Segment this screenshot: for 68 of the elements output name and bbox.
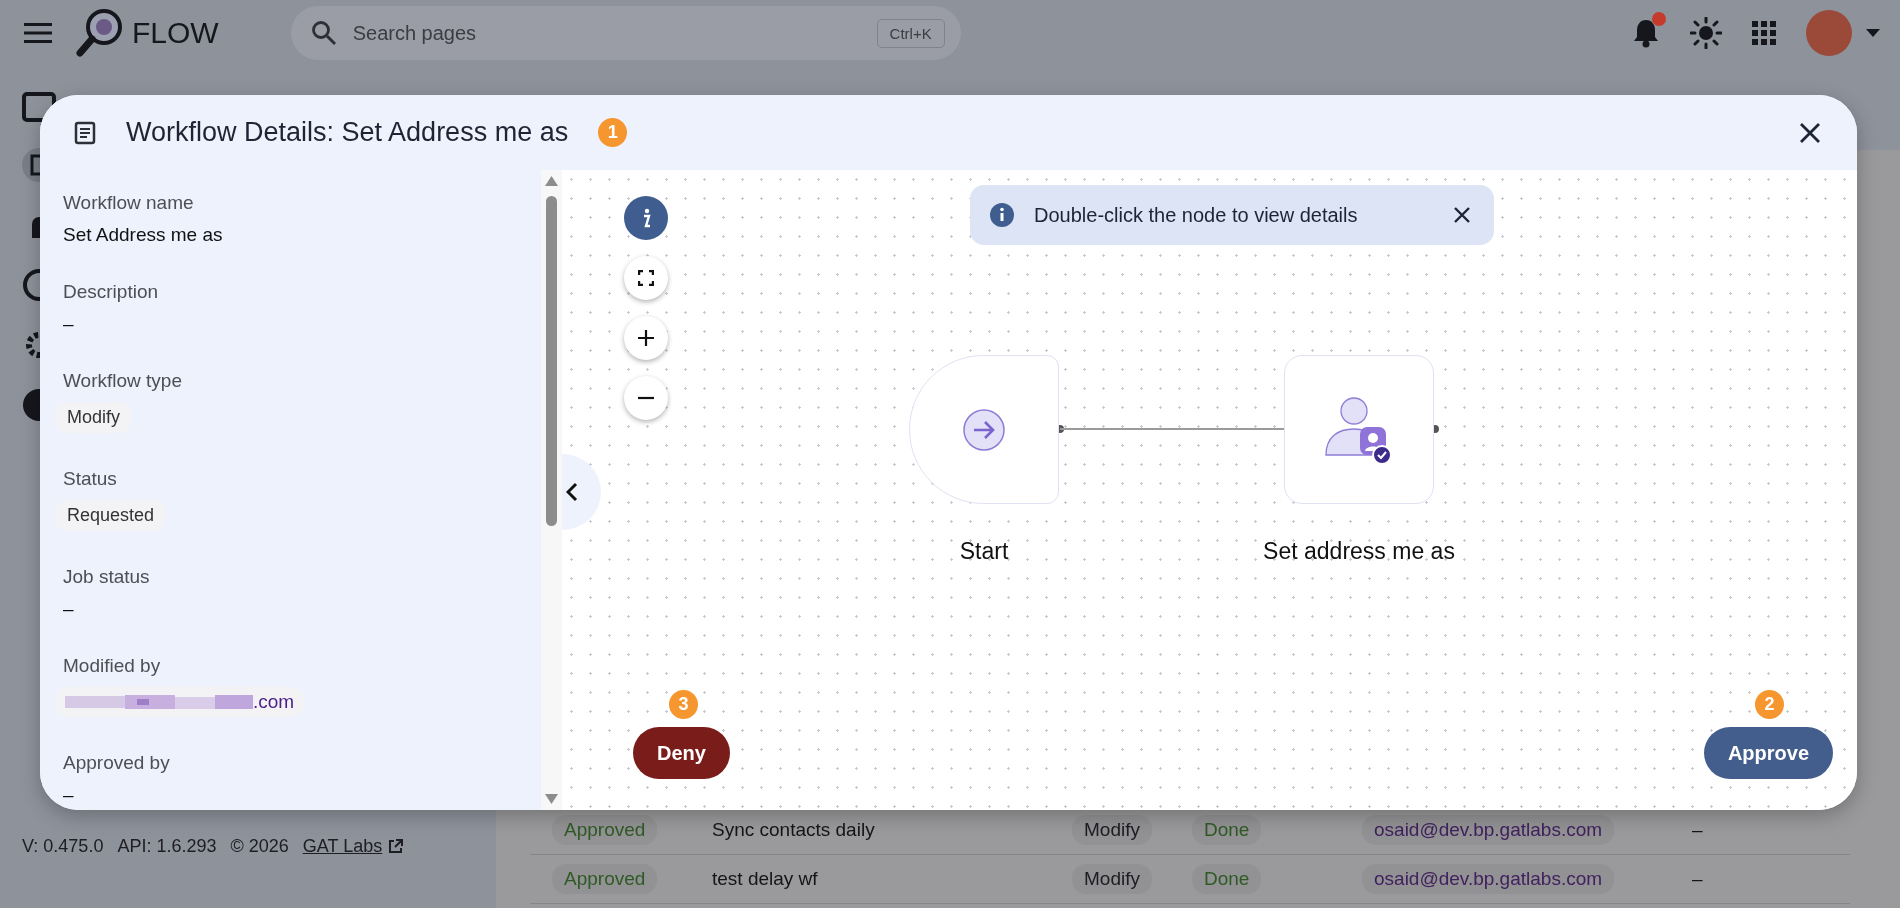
status-chip: Done xyxy=(1192,815,1262,845)
zoom-in-button[interactable] xyxy=(624,316,668,360)
field-label: Job status xyxy=(63,566,150,588)
status-chip: Done xyxy=(1192,864,1262,894)
value-chip: Modify xyxy=(55,402,132,433)
start-node[interactable] xyxy=(909,355,1059,504)
close-icon xyxy=(1454,207,1470,223)
bell-icon[interactable] xyxy=(1632,18,1660,48)
info-button[interactable] xyxy=(624,196,668,240)
task-node[interactable] xyxy=(1284,355,1434,504)
scroll-up-icon[interactable] xyxy=(545,176,558,186)
blurred-text-icon xyxy=(65,692,253,712)
shortcut-hint: Ctrl+K xyxy=(876,18,945,48)
status-chip: Approved xyxy=(552,815,658,845)
chevron-left-icon xyxy=(566,482,578,502)
table-cell-text: Sync contacts daily xyxy=(712,819,876,841)
field-label: Status xyxy=(63,468,117,490)
field-label: Approved by xyxy=(63,752,170,774)
field-label: Workflow type xyxy=(63,370,182,392)
footer-link[interactable]: GAT Labs xyxy=(302,836,404,857)
scrollbar-thumb[interactable] xyxy=(546,196,557,526)
fit-view-button[interactable] xyxy=(624,256,668,300)
table-cell-text: – xyxy=(1692,819,1704,841)
step-badge: 1 xyxy=(598,118,628,147)
field-value: – xyxy=(63,598,74,620)
arrow-right-icon xyxy=(963,408,1005,451)
scroll-down-icon[interactable] xyxy=(545,794,558,804)
apps-grid-icon[interactable] xyxy=(1752,21,1776,45)
deny-button[interactable]: Deny xyxy=(633,727,730,779)
node-label: Set address me as xyxy=(1263,538,1455,565)
step-badge: 3 xyxy=(669,690,698,719)
version-text: V: 0.475.0 xyxy=(22,836,104,857)
menu-icon[interactable] xyxy=(24,22,52,44)
minus-icon xyxy=(637,396,655,400)
type-chip: Modify xyxy=(1072,864,1152,894)
close-icon xyxy=(1799,121,1821,144)
email-text: .com xyxy=(253,691,295,713)
info-icon xyxy=(641,208,651,228)
type-chip: Modify xyxy=(1072,815,1152,845)
table-cell-text: – xyxy=(1692,868,1704,890)
sun-icon[interactable] xyxy=(1690,17,1722,49)
api-version-text: API: 1.6.293 xyxy=(117,836,217,857)
app-name: FLOW xyxy=(132,16,219,50)
external-link-icon xyxy=(388,839,404,854)
plus-icon xyxy=(637,329,655,347)
step-badge: 2 xyxy=(1755,690,1784,719)
field-label: Workflow name xyxy=(63,192,194,214)
document-icon xyxy=(74,120,96,145)
banner-text: Double-click the node to view details xyxy=(1034,203,1359,227)
modal-title: Workflow Details: Set Address me as xyxy=(126,117,569,148)
field-label: Description xyxy=(63,281,159,303)
approve-button[interactable]: Approve xyxy=(1703,727,1833,779)
field-value: – xyxy=(63,784,74,806)
copyright-text: © 2026 xyxy=(230,836,289,857)
node-label: Start xyxy=(959,538,1009,565)
field-value: Set Address me as xyxy=(63,224,223,246)
value-chip: Requested xyxy=(55,500,167,531)
search-field[interactable]: Search pages Ctrl+K xyxy=(290,6,961,60)
field-value: – xyxy=(63,313,74,335)
email-chip: osaid@dev.bp.gatlabs.com xyxy=(1362,864,1615,894)
email-chip: osaid@dev.bp.gatlabs.com xyxy=(1362,815,1615,845)
fit-view-icon xyxy=(638,270,654,286)
search-icon xyxy=(310,20,337,46)
caret-icon[interactable] xyxy=(1866,29,1880,37)
field-label: Modified by xyxy=(63,655,161,677)
table-cell-text: test delay wf xyxy=(712,868,819,890)
info-icon xyxy=(990,203,1014,227)
status-chip: Approved xyxy=(552,864,658,894)
